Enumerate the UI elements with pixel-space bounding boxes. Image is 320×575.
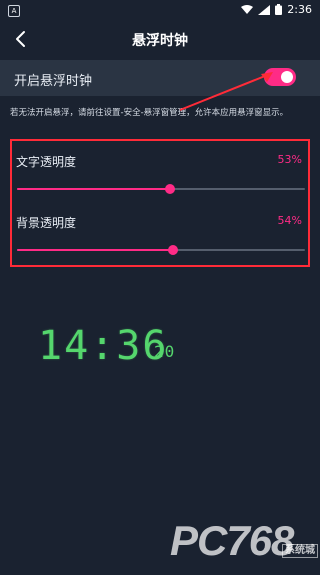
battery-icon <box>275 4 283 15</box>
opacity-settings-panel: 文字透明度 53% 背景透明度 54% <box>10 139 310 267</box>
background-opacity-track[interactable] <box>17 245 305 255</box>
watermark: PC768 系统城 <box>170 517 320 564</box>
text-opacity-thumb[interactable] <box>164 184 175 194</box>
text-opacity-fill <box>17 188 170 190</box>
status-bar: A 2:36 <box>0 0 320 22</box>
app-bar: 悬浮时钟 <box>0 22 320 58</box>
text-opacity-label: 文字透明度 <box>16 155 77 169</box>
background-opacity-fill <box>17 249 173 251</box>
floating-clock-switch[interactable] <box>264 68 296 86</box>
background-opacity-slider: 背景透明度 54% <box>12 202 308 262</box>
floating-clock-toggle-label: 开启悬浮时钟 <box>14 74 93 89</box>
status-right: 2:36 <box>241 3 312 16</box>
clock-hours-minutes: 14:36 <box>38 323 169 369</box>
status-time: 2:36 <box>287 3 312 16</box>
text-opacity-track[interactable] <box>17 184 305 194</box>
page-title: 悬浮时钟 <box>132 33 188 49</box>
background-opacity-label: 背景透明度 <box>16 216 77 230</box>
signal-icon <box>258 4 271 15</box>
floating-clock-toggle-row[interactable]: 开启悬浮时钟 <box>0 60 320 96</box>
text-opacity-value: 53% <box>277 153 302 166</box>
notification-icon: A <box>8 5 20 17</box>
watermark-brand: PC768 <box>170 517 294 564</box>
watermark-sub: 系统城 <box>282 544 318 558</box>
wifi-icon <box>241 4 254 14</box>
switch-knob <box>281 71 293 83</box>
clock-seconds: 20 <box>154 342 176 361</box>
permission-hint: 若无法开启悬浮，请前往设置-安全-悬浮窗管理，允许本应用悬浮窗显示。 <box>10 108 289 118</box>
text-opacity-slider: 文字透明度 53% <box>12 141 308 201</box>
background-opacity-thumb[interactable] <box>167 245 178 255</box>
background-opacity-value: 54% <box>277 214 302 227</box>
